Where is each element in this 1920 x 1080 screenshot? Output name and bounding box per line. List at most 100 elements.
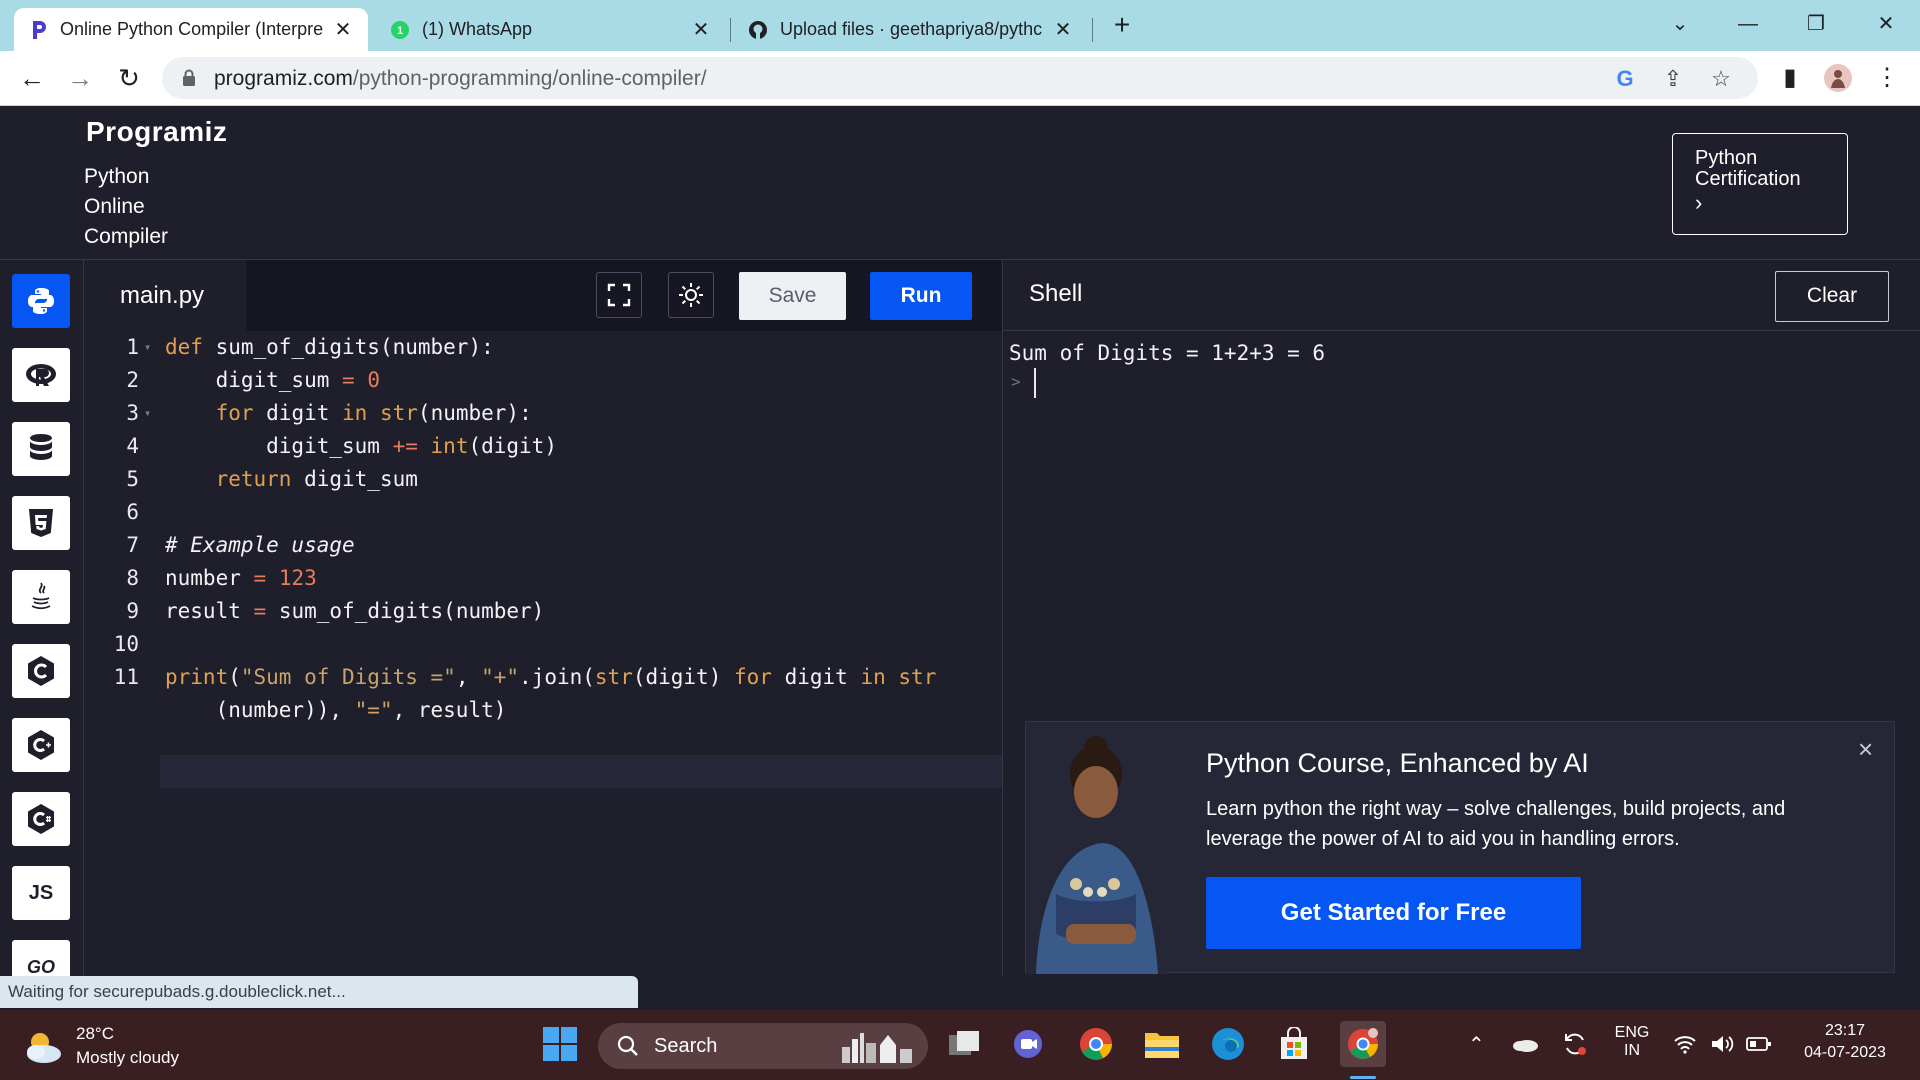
restore-icon[interactable]: ❐ xyxy=(1796,8,1836,40)
url-text: programiz.com/python-programming/online-… xyxy=(214,67,707,90)
profile-avatar[interactable] xyxy=(1823,63,1853,93)
chrome-profile-icon[interactable] xyxy=(1340,1021,1386,1067)
wifi-icon[interactable] xyxy=(1670,1024,1700,1064)
code-line-wrapped: (number)), "=", result) xyxy=(84,694,1002,727)
page-title: Python Online Compiler xyxy=(84,165,169,248)
search-icon xyxy=(617,1035,638,1056)
windows-start-icon[interactable] xyxy=(540,1024,580,1064)
code-text: result = sum_of_digits(number) xyxy=(165,599,545,623)
browser-tab-strip: Online Python Compiler (Interpre ✕ 1 (1)… xyxy=(0,0,1920,51)
close-tab-icon[interactable]: ✕ xyxy=(332,17,354,42)
tab-programiz[interactable]: Online Python Compiler (Interpre ✕ xyxy=(14,8,368,51)
code-line: 11 print("Sum of Digits =", "+".join(str… xyxy=(84,661,1002,694)
code-line: 10 xyxy=(113,632,139,656)
code-comment: # Example usage xyxy=(165,533,355,557)
battery-icon[interactable] xyxy=(1744,1024,1774,1064)
github-icon xyxy=(748,20,768,40)
chrome-icon[interactable] xyxy=(1076,1024,1116,1064)
language-sidebar: JS GO xyxy=(0,260,84,976)
clock[interactable]: 23:17 04-07-2023 xyxy=(1786,1022,1904,1062)
code-line: 7 # Example usage xyxy=(84,529,1002,562)
code-line: 1 ▾ def sum_of_digits(number): xyxy=(84,331,1002,364)
tray-overflow-chevron-icon[interactable]: ⌃ xyxy=(1468,1032,1485,1057)
close-window-icon[interactable]: ✕ xyxy=(1866,8,1906,40)
new-tab-icon[interactable]: + xyxy=(1108,11,1136,40)
task-view-icon[interactable] xyxy=(944,1024,984,1064)
active-app-indicator xyxy=(1350,1076,1376,1079)
instructor-photo xyxy=(1026,734,1166,974)
search-highlight-icon xyxy=(842,1033,912,1063)
microsoft-store-icon[interactable] xyxy=(1274,1024,1314,1064)
code-text: digit_sum = 0 xyxy=(165,368,380,392)
share-icon[interactable]: ⇪ xyxy=(1660,66,1686,92)
html5-icon[interactable] xyxy=(12,496,70,550)
c-language-icon[interactable] xyxy=(12,644,70,698)
tab-title: (1) WhatsApp xyxy=(422,19,533,39)
close-tab-icon[interactable]: ✕ xyxy=(690,17,712,42)
file-tab-main-py[interactable]: main.py xyxy=(84,260,246,331)
r-language-icon[interactable] xyxy=(12,348,70,402)
onedrive-cloud-icon[interactable] xyxy=(1508,1024,1542,1064)
shell-prompt: > xyxy=(1011,372,1021,391)
minimize-icon[interactable]: — xyxy=(1728,8,1768,40)
cpp-language-icon[interactable] xyxy=(12,718,70,772)
code-line: 6 xyxy=(126,500,139,524)
shell-header: Shell Clear xyxy=(1003,260,1920,331)
reload-icon[interactable]: ↻ xyxy=(112,61,146,95)
weather-widget[interactable]: 28°C Mostly cloudy xyxy=(22,1022,222,1070)
svg-text:1: 1 xyxy=(397,25,403,37)
javascript-language-icon[interactable]: JS xyxy=(12,866,70,920)
save-button[interactable]: Save xyxy=(739,272,846,320)
tab-title: Upload files · geethapriya8/pythc xyxy=(780,19,1043,39)
close-ad-icon[interactable]: × xyxy=(1858,734,1873,765)
python-language-icon[interactable] xyxy=(12,274,70,328)
fullscreen-icon[interactable] xyxy=(596,272,642,318)
get-started-button[interactable]: Get Started for Free xyxy=(1206,877,1581,949)
edge-icon[interactable] xyxy=(1208,1024,1248,1064)
google-icon[interactable]: G xyxy=(1612,66,1638,92)
programiz-favicon-icon xyxy=(28,20,48,40)
tab-github[interactable]: Upload files · geethapriya8/pythc ✕ xyxy=(734,8,1088,51)
input-language-indicator[interactable]: ENG IN xyxy=(1612,1024,1652,1060)
csharp-language-icon[interactable] xyxy=(12,792,70,846)
code-area[interactable]: 1 ▾ def sum_of_digits(number): 2 digit_su… xyxy=(84,331,1002,976)
programiz-logo[interactable]: Programiz xyxy=(86,116,227,148)
code-text: print("Sum of Digits =", "+".join(str(di… xyxy=(165,665,937,689)
theme-toggle-sun-icon[interactable] xyxy=(668,272,714,318)
code-line: 8 number = 123 xyxy=(84,562,1002,595)
code-line: 9 result = sum_of_digits(number) xyxy=(84,595,1002,628)
run-button[interactable]: Run xyxy=(870,272,972,320)
whatsapp-icon: 1 xyxy=(390,20,410,40)
active-line-highlight xyxy=(160,755,1002,788)
tab-search-chevron-icon[interactable]: ⌄ xyxy=(1660,8,1700,40)
python-certification-button[interactable]: Python Certification › xyxy=(1672,133,1848,235)
address-bar[interactable]: programiz.com/python-programming/online-… xyxy=(162,57,1758,99)
chevron-right-icon: › xyxy=(1695,190,1703,215)
tab-separator xyxy=(730,18,731,42)
forward-icon[interactable]: → xyxy=(63,61,97,95)
volume-icon[interactable] xyxy=(1708,1024,1738,1064)
code-text: number = 123 xyxy=(165,566,317,590)
bookmark-star-icon[interactable]: ☆ xyxy=(1708,66,1734,92)
fold-arrow-icon: ▾ xyxy=(144,406,152,420)
tab-whatsapp[interactable]: 1 (1) WhatsApp ✕ xyxy=(376,8,726,51)
java-icon[interactable] xyxy=(12,570,70,624)
back-icon[interactable]: ← xyxy=(15,61,49,95)
shell-title: Shell xyxy=(1029,280,1083,307)
ad-title: Python Course, Enhanced by AI xyxy=(1206,748,1589,778)
tab-separator xyxy=(1092,18,1093,42)
browser-menu-icon[interactable]: ⋮ xyxy=(1872,63,1902,93)
file-explorer-icon[interactable] xyxy=(1142,1024,1182,1064)
code-text: (number)), "=", result) xyxy=(165,698,507,722)
sync-status-icon[interactable] xyxy=(1558,1024,1592,1064)
close-tab-icon[interactable]: ✕ xyxy=(1052,17,1074,42)
sql-database-icon[interactable] xyxy=(12,422,70,476)
teams-chat-icon[interactable] xyxy=(1008,1024,1048,1064)
taskbar-search-box[interactable]: Search xyxy=(598,1023,928,1069)
side-panel-icon[interactable]: ▮ xyxy=(1775,63,1805,93)
code-text: digit_sum += int(digit) xyxy=(165,434,557,458)
browser-toolbar: ← → ↻ programiz.com/python-programming/o… xyxy=(0,51,1920,106)
shell-input-caret[interactable] xyxy=(1034,368,1036,398)
clear-button[interactable]: Clear xyxy=(1775,271,1889,322)
go-language-icon[interactable]: GO xyxy=(12,940,70,976)
